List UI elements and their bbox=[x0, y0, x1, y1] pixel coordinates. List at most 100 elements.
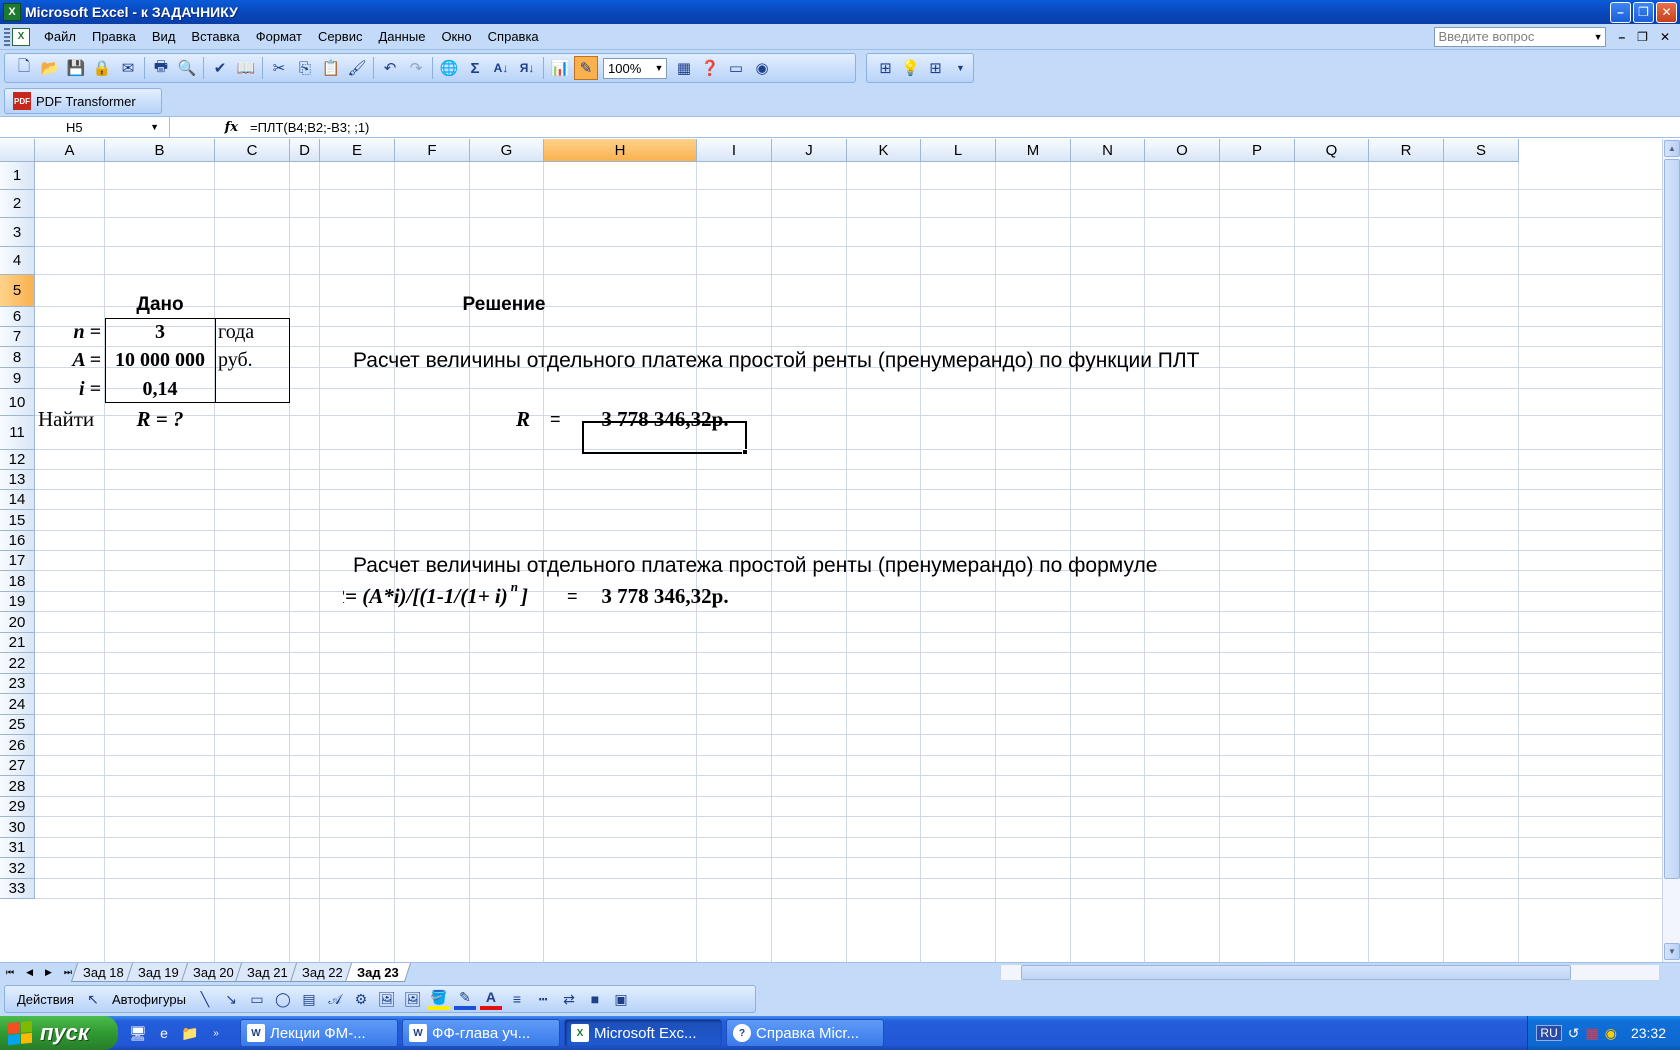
menu-format[interactable]: Формат bbox=[248, 29, 310, 44]
next-sheet-icon[interactable]: ▶ bbox=[45, 967, 52, 978]
grid-icon[interactable]: ⊞ bbox=[924, 56, 947, 80]
column-header-g[interactable]: G bbox=[470, 139, 544, 162]
3d-icon[interactable]: ▣ bbox=[610, 988, 632, 1010]
row-header-21[interactable]: 21 bbox=[0, 633, 35, 653]
dash-style-icon[interactable]: ┅ bbox=[532, 988, 554, 1010]
pdf-transformer-button[interactable]: PDF PDF Transformer bbox=[4, 88, 162, 114]
row-header-18[interactable]: 18 bbox=[0, 571, 35, 592]
chevron-more-icon[interactable]: » bbox=[206, 1023, 226, 1043]
paste-icon[interactable]: 📋 bbox=[319, 56, 343, 80]
row-header-12[interactable]: 12 bbox=[0, 450, 35, 470]
autosum-icon[interactable]: Σ bbox=[463, 56, 487, 80]
column-header-q[interactable]: Q bbox=[1295, 139, 1369, 162]
desktop-icon[interactable]: 🖥 bbox=[128, 1023, 148, 1043]
row-header-3[interactable]: 3 bbox=[0, 218, 35, 247]
row-header-4[interactable]: 4 bbox=[0, 247, 35, 275]
wordart-icon[interactable]: 𝒜 bbox=[324, 988, 346, 1010]
scroll-down-icon[interactable]: ▼ bbox=[1664, 943, 1680, 960]
row-header-25[interactable]: 25 bbox=[0, 715, 35, 735]
column-header-i[interactable]: I bbox=[697, 139, 772, 162]
menu-window[interactable]: Окно bbox=[433, 29, 479, 44]
task-lectures[interactable]: W Лекции ФМ-... bbox=[240, 1019, 398, 1047]
permission-icon[interactable]: 🔒 bbox=[90, 56, 114, 80]
vertical-scrollbar[interactable]: ▲ ▼ bbox=[1662, 139, 1680, 962]
row-header-11[interactable]: 11 bbox=[0, 416, 35, 450]
copy-icon[interactable]: ⎘ bbox=[293, 56, 317, 80]
row-header-15[interactable]: 15 bbox=[0, 510, 35, 531]
security-icon[interactable]: ▦ bbox=[1586, 1025, 1599, 1042]
column-header-m[interactable]: M bbox=[996, 139, 1071, 162]
column-header-h[interactable]: H bbox=[544, 139, 697, 162]
row-header-17[interactable]: 17 bbox=[0, 551, 35, 571]
arrow-icon[interactable]: ↘ bbox=[220, 988, 242, 1010]
doc-restore-button[interactable]: ❐ bbox=[1637, 30, 1648, 44]
column-header-f[interactable]: F bbox=[395, 139, 470, 162]
menu-tools[interactable]: Сервис bbox=[310, 29, 371, 44]
row-header-1[interactable]: 1 bbox=[0, 162, 35, 190]
print-preview-icon[interactable]: 🔍 bbox=[175, 56, 199, 80]
vertical-scroll-thumb[interactable] bbox=[1664, 159, 1680, 879]
row-header-19[interactable]: 19 bbox=[0, 592, 35, 612]
row-header-5[interactable]: 5 bbox=[0, 275, 35, 307]
row-header-10[interactable]: 10 bbox=[0, 389, 35, 416]
borders-icon[interactable]: ⊞ bbox=[874, 56, 897, 80]
picture-icon[interactable]: 🖼 bbox=[402, 988, 424, 1010]
language-indicator[interactable]: RU bbox=[1536, 1025, 1562, 1041]
email-icon[interactable]: ✉ bbox=[116, 56, 140, 80]
row-header-29[interactable]: 29 bbox=[0, 797, 35, 817]
line-color-icon[interactable]: ✎ bbox=[453, 988, 476, 1010]
font-color-icon[interactable]: A bbox=[479, 988, 502, 1010]
diagram-icon[interactable]: ⚙ bbox=[350, 988, 372, 1010]
calendar-icon[interactable]: ▭ bbox=[724, 56, 748, 80]
chevron-down-icon[interactable]: ▼ bbox=[652, 63, 666, 73]
column-header-k[interactable]: K bbox=[847, 139, 921, 162]
save-icon[interactable]: 💾 bbox=[64, 56, 88, 80]
menu-insert[interactable]: Вставка bbox=[183, 29, 247, 44]
document-icon[interactable]: X bbox=[12, 27, 30, 46]
chart-wizard-icon[interactable]: 📊 bbox=[548, 56, 572, 80]
row-header-27[interactable]: 27 bbox=[0, 756, 35, 776]
column-header-p[interactable]: P bbox=[1220, 139, 1295, 162]
first-sheet-icon[interactable]: ⏮ bbox=[6, 967, 14, 978]
row-header-13[interactable]: 13 bbox=[0, 470, 35, 490]
column-header-j[interactable]: J bbox=[772, 139, 847, 162]
doc-close-button[interactable]: ✕ bbox=[1660, 30, 1670, 44]
column-header-s[interactable]: S bbox=[1444, 139, 1519, 162]
lightbulb-icon[interactable]: 💡 bbox=[899, 56, 922, 80]
help-icon[interactable]: ❓ bbox=[698, 56, 722, 80]
insert-function-icon[interactable]: fx bbox=[170, 120, 246, 135]
autoshapes-menu[interactable]: Автофигуры bbox=[112, 992, 186, 1007]
column-header-c[interactable]: C bbox=[215, 139, 290, 162]
sheet-tab-23[interactable]: Зад 23 bbox=[344, 963, 411, 982]
print-icon[interactable]: 🖶 bbox=[149, 56, 173, 80]
column-header-n[interactable]: N bbox=[1071, 139, 1145, 162]
spelling-icon[interactable]: ✔ bbox=[208, 56, 232, 80]
row-header-9[interactable]: 9 bbox=[0, 368, 35, 389]
menu-file[interactable]: Файл bbox=[36, 29, 84, 44]
column-header-d[interactable]: D bbox=[290, 139, 320, 162]
network-icon[interactable]: ↺ bbox=[1568, 1025, 1580, 1042]
last-sheet-icon[interactable]: ⏭ bbox=[64, 967, 72, 978]
name-box[interactable]: H5 ▼ bbox=[0, 117, 170, 137]
chevron-down-icon[interactable]: ▼ bbox=[1594, 32, 1603, 42]
row-header-2[interactable]: 2 bbox=[0, 190, 35, 218]
line-icon[interactable]: ╲ bbox=[194, 988, 216, 1010]
actions-menu[interactable]: Действия bbox=[17, 992, 74, 1007]
column-header-a[interactable]: A bbox=[35, 139, 105, 162]
update-icon[interactable]: ◉ bbox=[1605, 1025, 1617, 1042]
rectangle-icon[interactable]: ▭ bbox=[246, 988, 268, 1010]
redo-icon[interactable]: ↷ bbox=[404, 56, 428, 80]
chevron-down-icon[interactable]: ▼ bbox=[949, 56, 972, 80]
hyperlink-icon[interactable]: 🌐 bbox=[437, 56, 461, 80]
close-button[interactable]: ✕ bbox=[1656, 1, 1677, 23]
doc-minimize-button[interactable]: – bbox=[1618, 30, 1625, 44]
formula-input[interactable]: =ПЛТ(B4;B2;-B3; ;1) bbox=[246, 120, 369, 135]
fill-color-icon[interactable]: 🪣 bbox=[427, 988, 450, 1010]
zoom-select[interactable]: 100% ▼ bbox=[603, 57, 667, 79]
research-icon[interactable]: 📖 bbox=[234, 56, 258, 80]
task-ff-chapter[interactable]: W ФФ-глава уч... bbox=[402, 1019, 560, 1047]
table-icon[interactable]: ▦ bbox=[672, 56, 696, 80]
undo-icon[interactable]: ↶ bbox=[378, 56, 402, 80]
sort-descending-icon[interactable]: Я↓ bbox=[515, 56, 539, 80]
row-header-31[interactable]: 31 bbox=[0, 838, 35, 858]
